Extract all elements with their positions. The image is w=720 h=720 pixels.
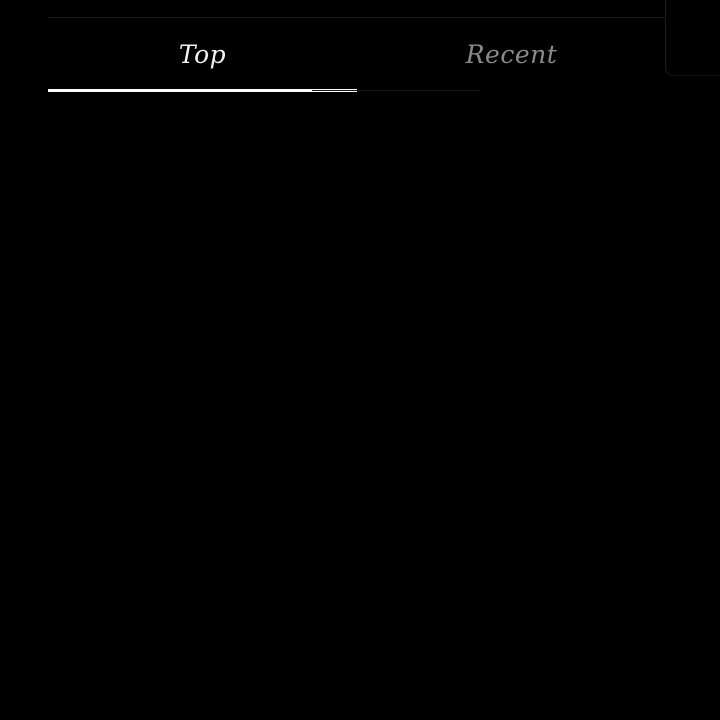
tab-top-label: Top [178, 39, 227, 69]
side-panel-edge [665, 0, 720, 76]
content-area [0, 94, 720, 720]
tab-recent-label: Recent [465, 39, 558, 69]
screen: Top Recent [0, 0, 720, 720]
tab-selected-indicator [48, 89, 357, 92]
tab-recent[interactable]: Recent [357, 18, 666, 92]
tab-bar: Top Recent [48, 18, 666, 92]
tab-track [312, 90, 480, 91]
tab-top[interactable]: Top [48, 18, 357, 92]
